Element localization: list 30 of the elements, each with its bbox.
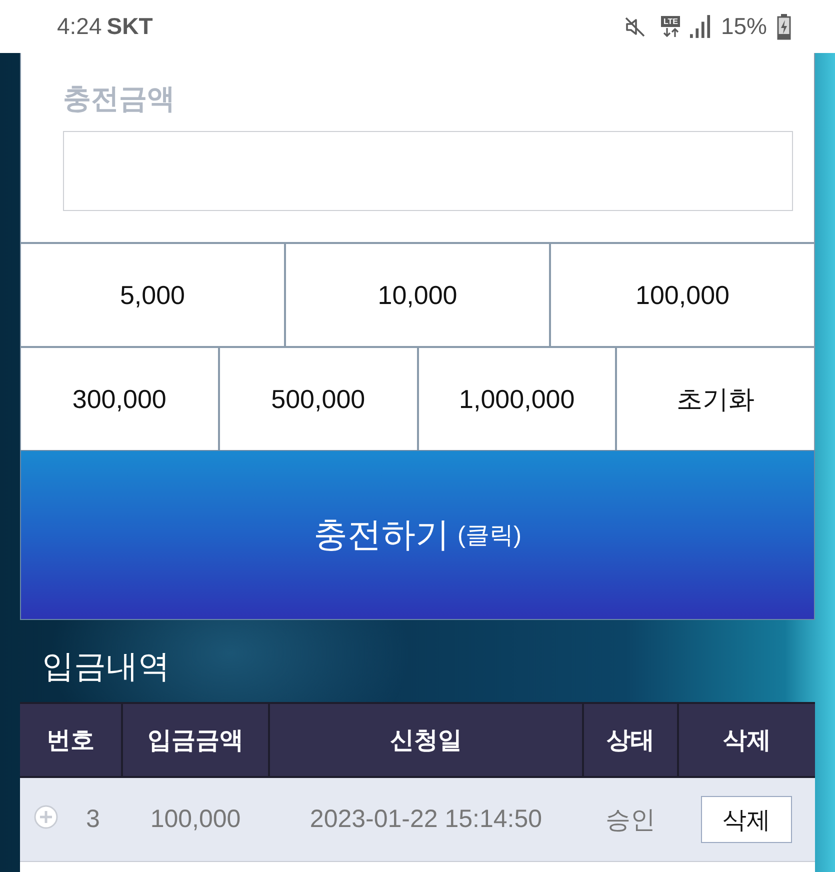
amount-button[interactable]: 10,000 <box>286 244 549 346</box>
column-header: 상태 <box>584 704 677 776</box>
amount-button[interactable]: 초기화 <box>617 348 814 450</box>
column-header: 삭제 <box>679 704 815 776</box>
signal-bars-icon <box>690 15 711 38</box>
amount-label: 충전금액 <box>63 82 175 116</box>
battery-charging-icon <box>777 14 791 40</box>
amount-input-field[interactable] <box>63 131 793 211</box>
amount-button[interactable]: 5,000 <box>21 244 284 346</box>
amount-button[interactable]: 300,000 <box>21 348 218 450</box>
section-heading: 입금내역 <box>42 647 170 686</box>
column-header: 입금금액 <box>123 704 268 776</box>
network-type-badge: LTE <box>661 16 680 27</box>
row-number: 3 <box>86 805 100 834</box>
amount-button[interactable]: 1,000,000 <box>418 348 616 450</box>
delete-button[interactable]: 삭제 <box>701 796 792 843</box>
expand-plus-icon[interactable] <box>34 804 58 828</box>
charge-button[interactable]: 충전하기 (클릭) <box>20 450 815 620</box>
status-time: 4:24 <box>57 13 102 40</box>
data-arrows-icon <box>662 28 679 37</box>
request-date: 2023-01-22 15:14:50 <box>310 805 542 834</box>
amount-button[interactable]: 500,000 <box>220 348 416 450</box>
carrier-name: SKT <box>106 13 153 40</box>
muted-speaker-icon <box>623 14 648 38</box>
deposit-amount: 100,000 <box>150 805 241 834</box>
column-header: 번호 <box>20 704 121 776</box>
status-text: 승인 <box>606 805 656 836</box>
battery-percent: 15% <box>720 13 767 40</box>
column-header: 신청일 <box>270 704 582 776</box>
amount-button[interactable]: 100,000 <box>551 244 814 346</box>
